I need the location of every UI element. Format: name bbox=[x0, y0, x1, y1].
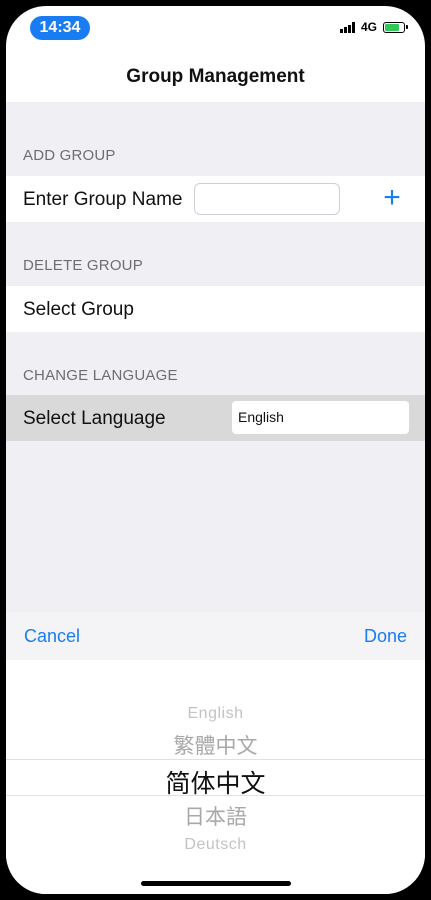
language-picker[interactable]: English 繁體中文 简体中文 日本語 Deutsch bbox=[6, 660, 425, 894]
done-button[interactable]: Done bbox=[364, 626, 407, 647]
status-time[interactable]: 14:34 bbox=[30, 16, 90, 40]
section-header-add-group: ADD GROUP bbox=[23, 147, 116, 164]
select-group-label: Select Group bbox=[23, 299, 134, 320]
select-language-label: Select Language bbox=[23, 408, 166, 429]
section-header-change-language: CHANGE LANGUAGE bbox=[23, 367, 178, 384]
status-bar: 14:34 4G bbox=[6, 6, 425, 50]
picker-option-selected[interactable]: 简体中文 bbox=[6, 764, 425, 800]
group-name-input[interactable] bbox=[194, 183, 340, 215]
plus-icon[interactable]: + bbox=[377, 183, 407, 214]
add-group-label: Enter Group Name bbox=[23, 189, 183, 210]
select-language-row[interactable]: Select Language English bbox=[6, 395, 425, 441]
cancel-button[interactable]: Cancel bbox=[24, 626, 80, 647]
status-indicators: 4G bbox=[339, 20, 408, 34]
picker-option[interactable]: 日本語 bbox=[6, 801, 425, 831]
settings-list: ADD GROUP Enter Group Name + DELETE GROU… bbox=[6, 102, 425, 612]
picker-toolbar: Cancel Done bbox=[6, 612, 425, 660]
navigation-bar: Group Management bbox=[6, 50, 425, 102]
section-header-delete-group: DELETE GROUP bbox=[23, 257, 143, 274]
picker-option[interactable]: Deutsch bbox=[6, 836, 425, 854]
language-field[interactable]: English bbox=[232, 401, 409, 434]
picker-option[interactable]: English bbox=[6, 705, 425, 723]
add-group-row: Enter Group Name + bbox=[6, 176, 425, 222]
home-indicator[interactable] bbox=[141, 881, 291, 886]
picker-option[interactable]: 繁體中文 bbox=[6, 730, 425, 760]
signal-icon bbox=[339, 21, 355, 33]
select-group-row[interactable]: Select Group bbox=[6, 286, 425, 332]
page-title: Group Management bbox=[126, 66, 305, 87]
network-type: 4G bbox=[360, 20, 377, 34]
battery-icon bbox=[383, 21, 408, 33]
phone-screen: 14:34 4G Group Management ADD GROUP Ente… bbox=[6, 6, 425, 894]
